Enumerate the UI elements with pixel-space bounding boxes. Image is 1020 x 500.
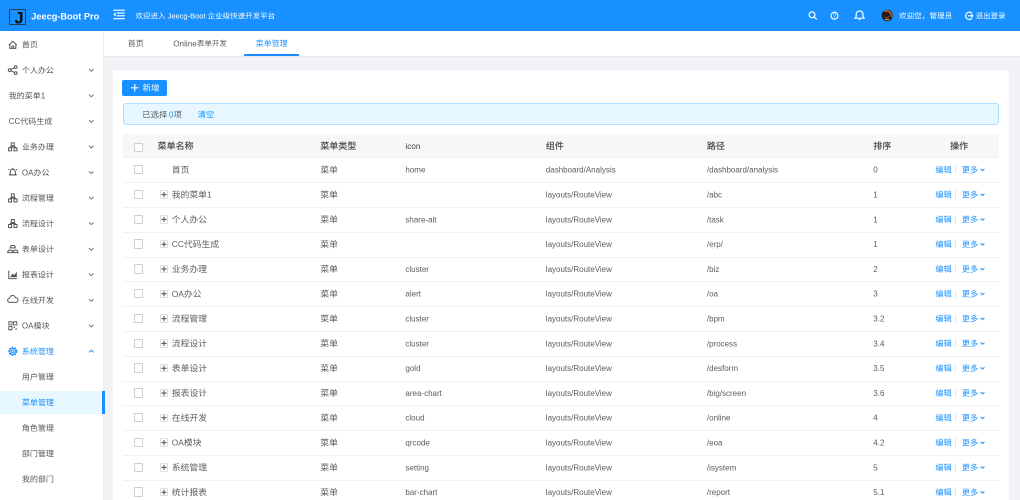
svg-text:3.4: 3.4 xyxy=(873,339,885,348)
svg-text:C: C xyxy=(15,117,21,126)
svg-text:icon: icon xyxy=(405,142,420,151)
svg-text:3.6: 3.6 xyxy=(873,389,885,398)
svg-text:cluster: cluster xyxy=(405,314,429,323)
svg-text:cloud: cloud xyxy=(405,414,424,423)
svg-text:/task: /task xyxy=(707,215,725,224)
svg-text:layouts/RouteView: layouts/RouteView xyxy=(546,190,612,199)
svg-text:bar-chart: bar-chart xyxy=(405,488,438,497)
svg-text:0: 0 xyxy=(873,166,878,175)
svg-text:/report: /report xyxy=(707,488,731,497)
svg-text:/abc: /abc xyxy=(707,190,722,199)
svg-text:A: A xyxy=(178,438,184,448)
svg-text:5.1: 5.1 xyxy=(873,488,885,497)
svg-text:/desform: /desform xyxy=(707,364,738,373)
svg-text:/bpm: /bpm xyxy=(707,314,725,323)
svg-text:home: home xyxy=(405,166,426,175)
svg-text:/dashboard/analysis: /dashboard/analysis xyxy=(707,166,778,175)
svg-text:J: J xyxy=(14,9,23,27)
svg-text:/oa: /oa xyxy=(707,290,719,299)
svg-text:/big/screen: /big/screen xyxy=(707,389,746,398)
svg-text:1: 1 xyxy=(873,240,878,249)
svg-text:layouts/RouteView: layouts/RouteView xyxy=(546,290,612,299)
svg-text:cluster: cluster xyxy=(405,265,429,274)
svg-text:3: 3 xyxy=(873,290,878,299)
svg-text:/biz: /biz xyxy=(707,265,719,274)
svg-text:1: 1 xyxy=(873,190,878,199)
svg-text:layouts/RouteView: layouts/RouteView xyxy=(546,414,612,423)
svg-text:A: A xyxy=(28,168,34,177)
svg-text:Jeecg-Boot: Jeecg-Boot xyxy=(168,12,207,21)
svg-text:cluster: cluster xyxy=(405,339,429,348)
svg-text:layouts/RouteView: layouts/RouteView xyxy=(546,339,612,348)
svg-text:alert: alert xyxy=(405,290,421,299)
svg-text:layouts/RouteView: layouts/RouteView xyxy=(546,389,612,398)
svg-text:2: 2 xyxy=(873,265,878,274)
svg-text:/online: /online xyxy=(707,414,731,423)
svg-text:layouts/RouteView: layouts/RouteView xyxy=(546,265,612,274)
svg-text:share-alt: share-alt xyxy=(405,215,437,224)
svg-text:layouts/RouteView: layouts/RouteView xyxy=(546,215,612,224)
svg-text:A: A xyxy=(28,322,34,331)
svg-text:Jeecg-Boot Pro: Jeecg-Boot Pro xyxy=(31,12,99,22)
svg-text:3.2: 3.2 xyxy=(873,314,885,323)
svg-text:area-chart: area-chart xyxy=(405,389,442,398)
svg-text:layouts/RouteView: layouts/RouteView xyxy=(546,314,612,323)
svg-text:layouts/RouteView: layouts/RouteView xyxy=(546,240,612,249)
svg-text:C: C xyxy=(178,239,184,249)
svg-text:5: 5 xyxy=(873,463,878,472)
svg-text:1: 1 xyxy=(41,92,46,101)
svg-text:layouts/RouteView: layouts/RouteView xyxy=(546,488,612,497)
svg-text:setting: setting xyxy=(405,463,429,472)
svg-text:/eoa: /eoa xyxy=(707,438,723,447)
svg-text:gold: gold xyxy=(405,364,420,373)
svg-text:qrcode: qrcode xyxy=(405,438,430,447)
svg-text:/process: /process xyxy=(707,339,737,348)
svg-text:layouts/RouteView: layouts/RouteView xyxy=(546,463,612,472)
svg-text:/erp/: /erp/ xyxy=(707,240,724,249)
svg-text:0: 0 xyxy=(169,111,174,120)
svg-text:/isystem: /isystem xyxy=(707,463,737,472)
svg-text:4.2: 4.2 xyxy=(873,438,885,447)
svg-text:3.5: 3.5 xyxy=(873,364,885,373)
svg-text:layouts/RouteView: layouts/RouteView xyxy=(546,438,612,447)
svg-text:dashboard/Analysis: dashboard/Analysis xyxy=(546,166,616,175)
svg-text:A: A xyxy=(178,289,184,299)
svg-text:1: 1 xyxy=(207,190,212,200)
svg-text:?: ? xyxy=(833,13,837,20)
svg-text:Online: Online xyxy=(173,39,197,48)
svg-text:1: 1 xyxy=(873,215,878,224)
svg-text:4: 4 xyxy=(873,414,878,423)
svg-text:layouts/RouteView: layouts/RouteView xyxy=(546,364,612,373)
